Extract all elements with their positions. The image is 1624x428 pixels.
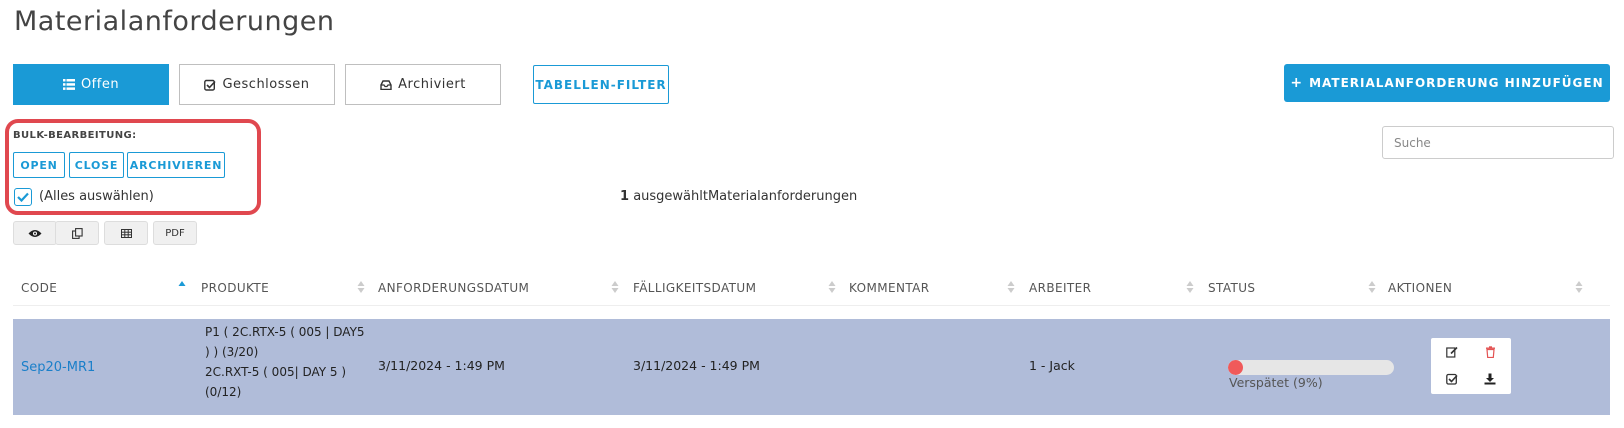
sort-icon[interactable] xyxy=(828,279,836,295)
header-divider xyxy=(13,305,1610,306)
select-all-label: (Alles auswählen) xyxy=(39,189,154,204)
excel-export-button[interactable] xyxy=(104,221,148,245)
search-input[interactable] xyxy=(1382,126,1614,159)
bulk-open-button[interactable]: OPEN xyxy=(13,152,65,178)
row-actions-panel xyxy=(1431,338,1511,394)
sort-icon[interactable] xyxy=(611,279,619,295)
column-visibility-button[interactable] xyxy=(13,221,57,245)
delete-icon[interactable] xyxy=(1483,345,1497,359)
table-filter-button[interactable]: TABELLEN-FILTER xyxy=(533,65,669,104)
tab-label: Geschlossen xyxy=(222,77,310,92)
column-header-worker[interactable]: ARBEITER xyxy=(1029,281,1091,295)
column-header-products[interactable]: PRODUKTE xyxy=(201,281,269,295)
column-header-comment[interactable]: KOMMENTAR xyxy=(849,281,929,295)
sort-icon[interactable] xyxy=(1186,279,1194,295)
column-header-status[interactable]: STATUS xyxy=(1208,281,1255,295)
status-progress-bar xyxy=(1228,360,1394,375)
add-button-label: MATERIALANFORDERUNG HINZUFÜGEN xyxy=(1309,76,1604,90)
product-line: P1 ( 2C.RTX-5 ( 005 | DAY5 xyxy=(205,325,365,339)
sort-icon[interactable] xyxy=(1575,279,1583,295)
status-progress-fill xyxy=(1228,360,1243,375)
product-line: (0/12) xyxy=(205,385,242,399)
eye-icon xyxy=(28,229,42,237)
close-request-icon[interactable] xyxy=(1445,372,1459,386)
list-icon xyxy=(62,79,75,90)
download-icon[interactable] xyxy=(1483,372,1497,386)
request-date-cell: 3/11/2024 - 1:49 PM xyxy=(378,358,505,373)
bulk-edit-label: BULK-BEARBEITUNG: xyxy=(13,130,137,141)
tab-label: Offen xyxy=(80,77,120,92)
sort-icon[interactable] xyxy=(357,279,365,295)
tab-label: Archiviert xyxy=(398,77,466,92)
due-date-cell: 3/11/2024 - 1:49 PM xyxy=(633,358,760,373)
table-icon xyxy=(120,228,132,238)
worker-cell: 1 - Jack xyxy=(1029,358,1075,373)
edit-icon[interactable] xyxy=(1445,345,1459,359)
column-header-due-date[interactable]: FÄLLIGKEITSDATUM xyxy=(633,281,756,295)
tab-archiviert[interactable]: Archiviert xyxy=(345,64,501,105)
product-line: ) ) (3/20) xyxy=(205,345,259,359)
add-material-request-button[interactable]: + MATERIALANFORDERUNG HINZUFÜGEN xyxy=(1284,64,1610,102)
check-icon xyxy=(17,192,29,202)
column-header-request-date[interactable]: ANFORDERUNGSDATUM xyxy=(378,281,529,295)
bulk-close-button[interactable]: CLOSE xyxy=(69,152,124,178)
plus-icon: + xyxy=(1290,75,1304,91)
sort-asc-icon[interactable] xyxy=(178,279,186,295)
bulk-archive-button[interactable]: ARCHIVIEREN xyxy=(127,152,225,178)
inbox-icon xyxy=(380,79,392,90)
tab-offen[interactable]: Offen xyxy=(13,64,169,105)
row-code-link[interactable]: Sep20-MR1 xyxy=(21,360,95,375)
page-title: Materialanforderungen xyxy=(14,6,335,37)
selection-count: 1 xyxy=(620,189,630,204)
copy-icon xyxy=(71,227,83,239)
tab-geschlossen[interactable]: Geschlossen xyxy=(179,64,335,105)
status-text: Verspätet (9%) xyxy=(1229,375,1323,390)
pdf-export-button[interactable]: PDF xyxy=(153,221,197,245)
product-line: 2C.RXT-5 ( 005| DAY 5 ) xyxy=(205,365,347,379)
column-header-code[interactable]: CODE xyxy=(21,281,57,295)
check-square-icon xyxy=(204,79,217,91)
copy-button[interactable] xyxy=(55,221,99,245)
sort-icon[interactable] xyxy=(1007,279,1015,295)
selection-text: ausgewähltMaterialanforderungen xyxy=(633,189,858,204)
sort-icon[interactable] xyxy=(1368,279,1376,295)
select-all-checkbox[interactable] xyxy=(14,188,32,206)
selection-summary: 1 ausgewähltMaterialanforderungen xyxy=(620,189,857,204)
column-header-actions[interactable]: AKTIONEN xyxy=(1388,281,1452,295)
